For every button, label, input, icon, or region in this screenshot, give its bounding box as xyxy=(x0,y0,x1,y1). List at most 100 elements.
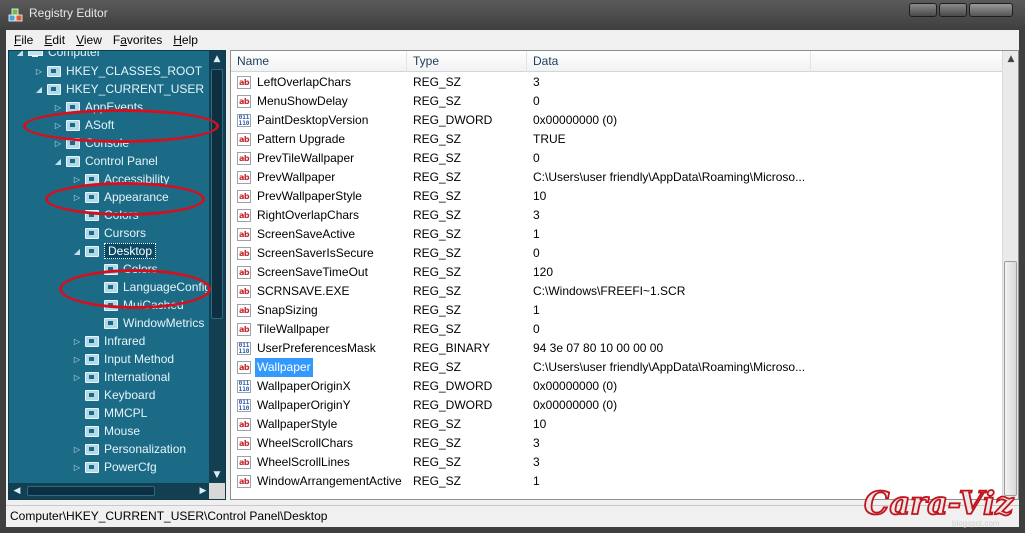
folder-icon xyxy=(85,173,99,185)
value-row[interactable]: ab MenuShowDelay REG_SZ 0 xyxy=(231,92,1004,111)
value-row[interactable]: ab ScreenSaverIsSecure REG_SZ 0 xyxy=(231,244,1004,263)
value-name-cell: ab SCRNSAVE.EXE xyxy=(237,282,409,301)
collapsed-arrow-icon[interactable]: ▷ xyxy=(72,193,82,202)
value-row[interactable]: ab SCRNSAVE.EXE REG_SZ C:\Windows\FREEFI~1.… xyxy=(231,282,1004,301)
value-row[interactable]: ab PrevWallpaperStyle REG_SZ 10 xyxy=(231,187,1004,206)
tree-node-languageconfiguration[interactable]: ▷LanguageConfiguration xyxy=(91,278,225,296)
tree-node-hkey-classes-root[interactable]: ▷ HKEY_CLASSES_ROOT xyxy=(34,62,202,80)
value-row[interactable]: ab WallpaperStyle REG_SZ 10 xyxy=(231,415,1004,434)
tree-node-infrared[interactable]: ▷ Infrared xyxy=(72,332,145,350)
tree-node-label: International xyxy=(104,370,171,384)
scroll-up-arrow-icon[interactable]: ▲ xyxy=(209,51,225,67)
value-row[interactable]: ab Wallpaper REG_SZ C:\Users\user friendly\… xyxy=(231,358,1004,377)
menu-help[interactable]: Help xyxy=(168,33,204,47)
close-button[interactable] xyxy=(969,3,1013,17)
value-name-cell: ab Pattern Upgrade xyxy=(237,130,409,149)
tree-node-colors[interactable]: ▷Colors xyxy=(91,260,158,278)
key-tree[interactable]: ◢ Computer ▷ HKEY_CLASSES_ROOT ◢ HKEY_CURRENT… xyxy=(8,50,226,500)
collapsed-arrow-icon[interactable]: ▷ xyxy=(72,445,82,454)
tree-node-label: WindowMetrics xyxy=(123,316,205,330)
menu-view[interactable]: View xyxy=(71,33,108,47)
tree-node-appevents[interactable]: ▷ AppEvents xyxy=(53,98,143,116)
value-row[interactable]: ab WheelScrollLines REG_SZ 3 xyxy=(231,453,1004,472)
maximize-button[interactable] xyxy=(939,3,967,17)
minimize-button[interactable] xyxy=(909,3,937,17)
collapsed-arrow-icon[interactable]: ▷ xyxy=(72,463,82,472)
value-name-cell: ab ScreenSaverIsSecure xyxy=(237,244,409,263)
collapsed-arrow-icon[interactable]: ▷ xyxy=(72,175,82,184)
scroll-up-arrow-icon[interactable]: ▲ xyxy=(1003,51,1018,67)
value-row[interactable]: ab PrevTileWallpaper REG_SZ 0 xyxy=(231,149,1004,168)
value-row[interactable]: ab LeftOverlapChars REG_SZ 3 xyxy=(231,73,1004,92)
expanded-arrow-icon[interactable]: ◢ xyxy=(15,51,25,57)
title-bar[interactable]: Registry Editor xyxy=(0,0,1025,30)
menu-favorites[interactable]: Favorites xyxy=(108,33,168,47)
tree-node-label: Keyboard xyxy=(104,388,156,402)
folder-icon xyxy=(85,191,99,203)
collapsed-arrow-icon[interactable]: ▷ xyxy=(53,139,63,148)
collapsed-arrow-icon[interactable]: ▷ xyxy=(72,337,82,346)
list-scroll-thumb[interactable] xyxy=(1004,261,1017,496)
tree-horizontal-scrollbar[interactable]: ◀ ▶ xyxy=(9,483,211,499)
tree-node-label: Mouse xyxy=(104,424,141,438)
collapsed-arrow-icon[interactable]: ▷ xyxy=(72,373,82,382)
collapsed-arrow-icon[interactable]: ▷ xyxy=(53,121,63,130)
tree-node-accessibility[interactable]: ▷ Accessibility xyxy=(72,170,169,188)
tree-node-appearance[interactable]: ▷ Appearance xyxy=(72,188,169,206)
collapsed-arrow-icon[interactable]: ▷ xyxy=(34,67,44,76)
value-name: MenuShowDelay xyxy=(257,94,348,108)
registry-editor-window: Registry Editor File Edit View Favorites… xyxy=(0,0,1025,533)
value-row[interactable]: ab ScreenSaveActive REG_SZ 1 xyxy=(231,225,1004,244)
value-row[interactable]: 011 110 WallpaperOriginX REG_DWORD 0x0000000… xyxy=(231,377,1004,396)
tree-hscroll-thumb[interactable] xyxy=(27,486,155,496)
string-value-icon: ab xyxy=(237,437,251,450)
value-data: 0 xyxy=(533,322,540,336)
value-row[interactable]: 011 110 PaintDesktopVersion REG_DWORD 0x0000… xyxy=(231,111,1004,130)
expanded-arrow-icon[interactable]: ◢ xyxy=(53,157,63,166)
tree-node-desktop[interactable]: ◢ Desktop xyxy=(72,242,157,260)
value-row[interactable]: ab TileWallpaper REG_SZ 0 xyxy=(231,320,1004,339)
menu-file[interactable]: File xyxy=(9,33,39,47)
tree-node-asoft[interactable]: ▷ ASoft xyxy=(53,116,114,134)
value-row[interactable]: ab Pattern Upgrade REG_SZ TRUE xyxy=(231,130,1004,149)
tree-node-mouse[interactable]: ▷Mouse xyxy=(72,422,140,440)
value-row[interactable]: 011 110 WallpaperOriginY REG_DWORD 0x0000000… xyxy=(231,396,1004,415)
collapsed-arrow-icon[interactable]: ▷ xyxy=(53,103,63,112)
value-row[interactable]: ab PrevWallpaper REG_SZ C:\Users\user frien… xyxy=(231,168,1004,187)
column-header-type[interactable]: Type xyxy=(407,51,527,72)
tree-vertical-scrollbar[interactable]: ▲ ▼ xyxy=(209,51,225,483)
expanded-arrow-icon[interactable]: ◢ xyxy=(72,247,82,256)
column-header-data[interactable]: Data xyxy=(527,51,811,72)
tree-node-cursors[interactable]: ▷Cursors xyxy=(72,224,146,242)
value-row[interactable]: 011 110 UserPreferencesMask REG_BINARY 94 3e… xyxy=(231,339,1004,358)
tree-node-mmcpl[interactable]: ▷MMCPL xyxy=(72,404,147,422)
tree-node-windowmetrics[interactable]: ▷WindowMetrics xyxy=(91,314,204,332)
value-type: REG_SZ xyxy=(413,170,462,184)
tree-node-powercfg[interactable]: ▷ PowerCfg xyxy=(72,458,157,476)
menu-edit[interactable]: Edit xyxy=(39,33,71,47)
tree-node-colors[interactable]: ▷Colors xyxy=(72,206,139,224)
tree-node-input-method[interactable]: ▷ Input Method xyxy=(72,350,174,368)
list-vertical-scrollbar[interactable]: ▲ xyxy=(1002,51,1018,499)
folder-icon xyxy=(85,371,99,383)
value-row[interactable]: ab ScreenSaveTimeOut REG_SZ 120 xyxy=(231,263,1004,282)
tree-node-muicached[interactable]: ▷MuiCached xyxy=(91,296,184,314)
value-row[interactable]: ab WheelScrollChars REG_SZ 3 xyxy=(231,434,1004,453)
tree-node-international[interactable]: ▷ International xyxy=(72,368,170,386)
value-row[interactable]: ab RightOverlapChars REG_SZ 3 xyxy=(231,206,1004,225)
collapsed-arrow-icon[interactable]: ▷ xyxy=(72,355,82,364)
tree-node-control-panel[interactable]: ◢ Control Panel xyxy=(53,152,158,170)
value-row[interactable]: ab SnapSizing REG_SZ 1 xyxy=(231,301,1004,320)
tree-scroll-thumb[interactable] xyxy=(211,69,223,319)
expanded-arrow-icon[interactable]: ◢ xyxy=(34,85,44,94)
scroll-down-arrow-icon[interactable]: ▼ xyxy=(209,467,225,483)
tree-node-computer[interactable]: ◢ Computer xyxy=(15,51,101,61)
tree-node-hkey-current-user[interactable]: ◢ HKEY_CURRENT_USER xyxy=(34,80,204,98)
column-header-name[interactable]: Name xyxy=(231,51,407,72)
tree-node-console[interactable]: ▷ Console xyxy=(53,134,129,152)
scroll-left-arrow-icon[interactable]: ◀ xyxy=(9,483,25,499)
tree-node-keyboard[interactable]: ▷Keyboard xyxy=(72,386,155,404)
tree-node-personalization[interactable]: ▷ Personalization xyxy=(72,440,186,458)
value-name-cell: ab Wallpaper xyxy=(237,358,409,377)
values-list[interactable]: Name Type Data ab LeftOverlapChars REG_SZ 3… xyxy=(230,50,1019,500)
